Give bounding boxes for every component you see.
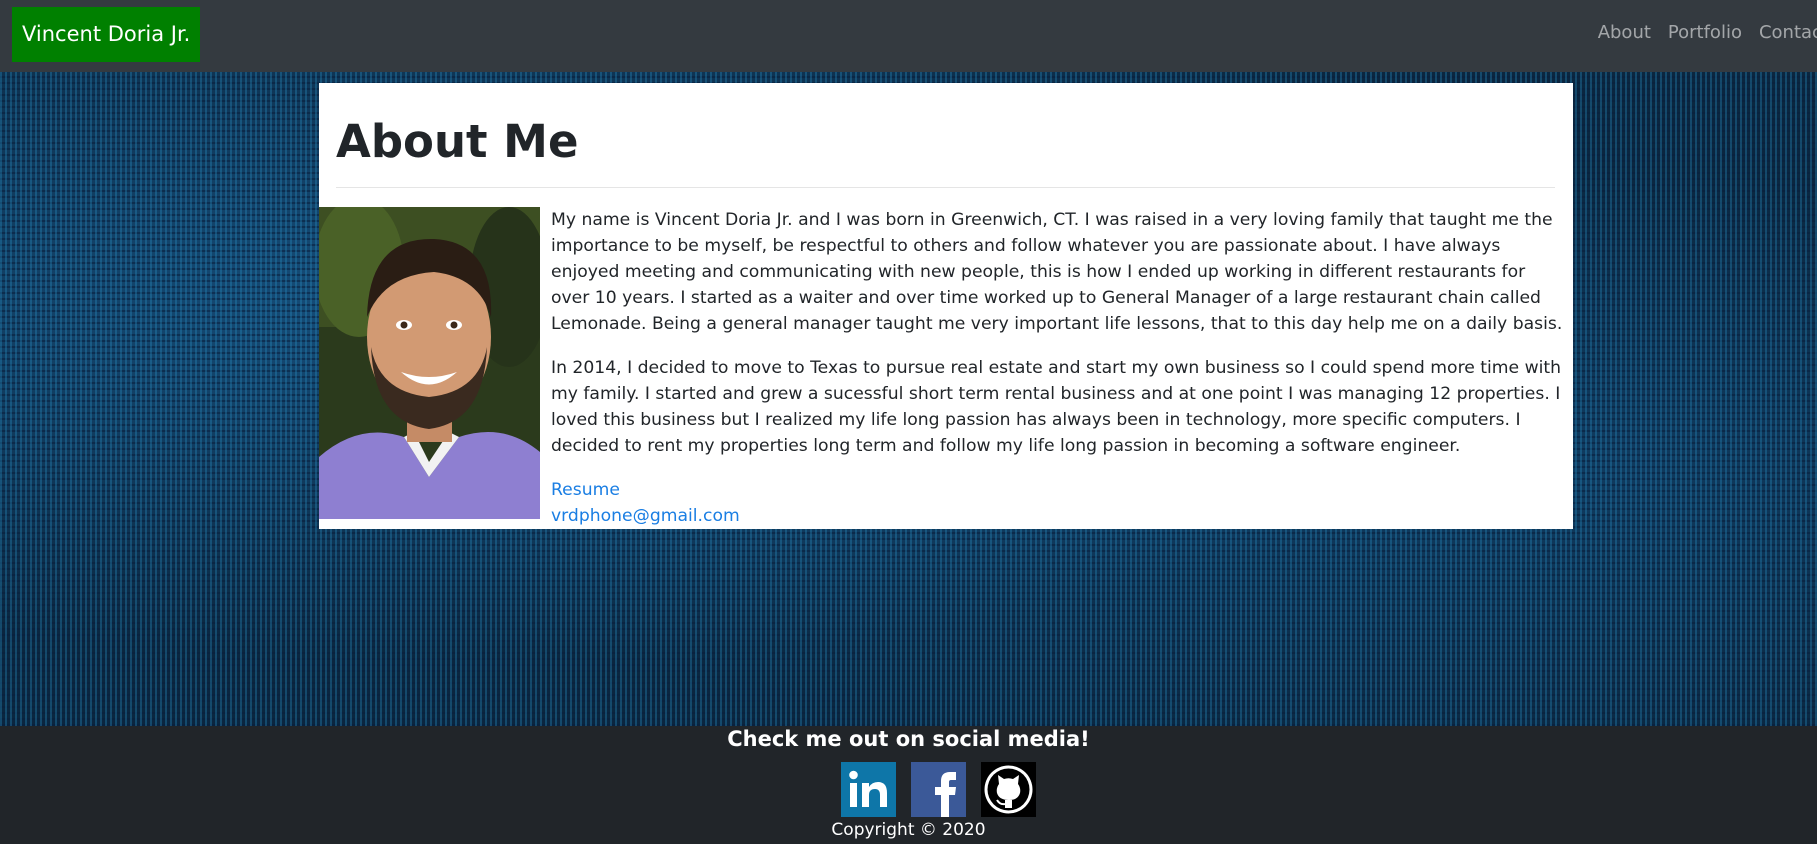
linkedin-link[interactable] [841,762,896,817]
nav-link-portfolio[interactable]: Portfolio [1668,22,1742,43]
footer: Check me out on social media! Copyright … [0,726,1817,844]
about-paragraph: In 2014, I decided to move to Texas to p… [551,358,1562,456]
facebook-icon [911,762,966,817]
about-content: My name is Vincent Doria Jr. and I was b… [551,207,1567,529]
about-card: About Me My name is Vincent Doria Jr. an… [319,83,1573,529]
github-link[interactable] [981,762,1036,817]
about-paragraph: My name is Vincent Doria Jr. and I was b… [551,210,1563,334]
page-title: About Me [336,115,579,168]
resume-link[interactable]: Resume [551,477,1567,503]
linkedin-icon [841,762,896,817]
facebook-link[interactable] [911,762,966,817]
brand-link[interactable]: Vincent Doria Jr. [12,7,201,62]
social-links [841,762,1036,817]
nav-link-contact[interactable]: Contact [1759,22,1817,43]
github-icon [981,762,1036,817]
email-link[interactable]: vrdphone@gmail.com [551,503,1567,529]
profile-photo [319,207,540,519]
social-heading: Check me out on social media! [727,727,1090,751]
nav-link-about[interactable]: About [1598,22,1651,43]
copyright-text: Copyright © 2020 [831,820,986,840]
navbar: Vincent Doria Jr. About Portfolio Contac… [0,0,1817,72]
title-divider [336,187,1555,188]
nav-links: About Portfolio Contact [1598,22,1817,43]
